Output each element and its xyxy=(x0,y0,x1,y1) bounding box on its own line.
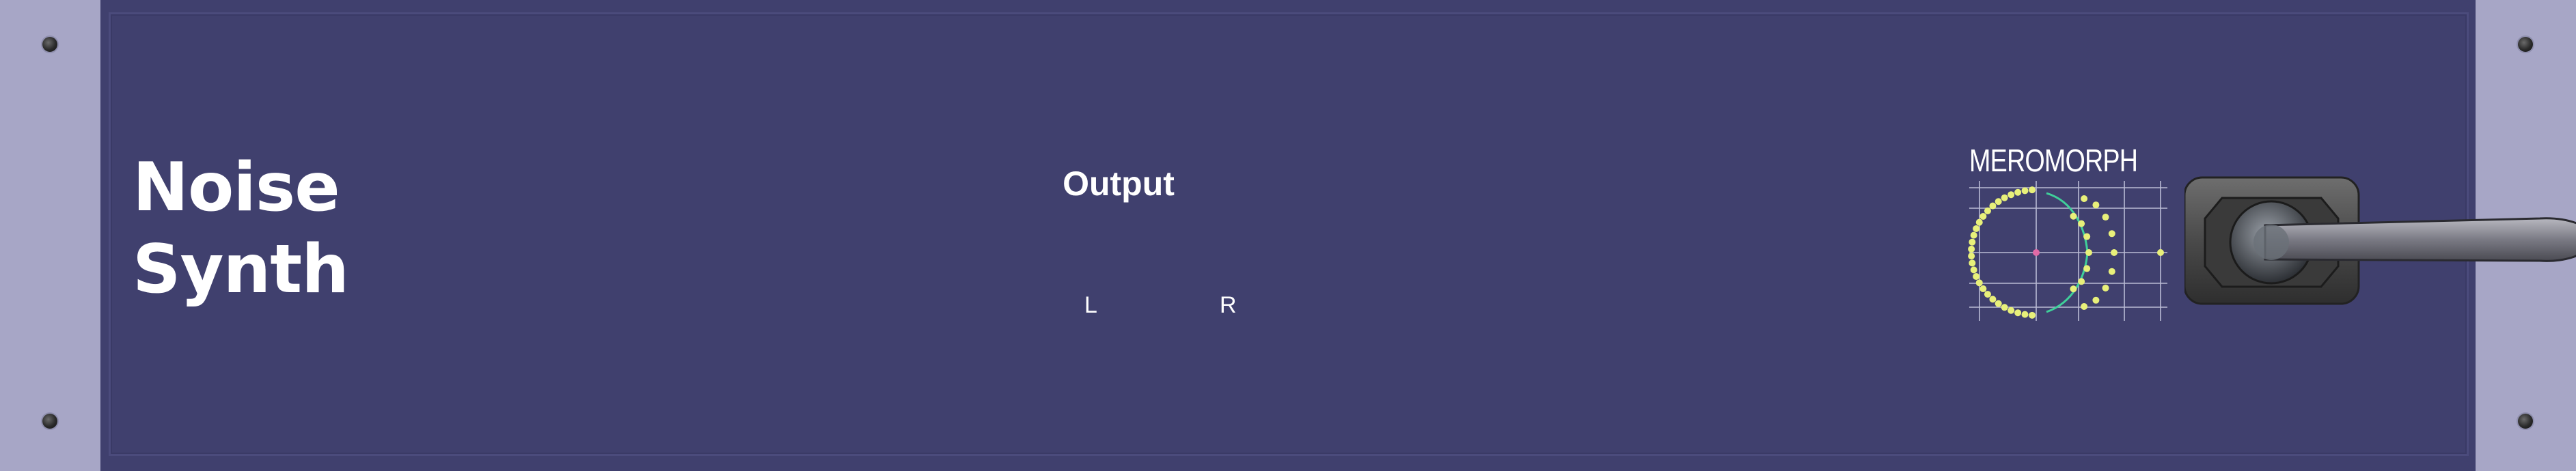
logo-dot xyxy=(2102,214,2109,221)
logo-dot xyxy=(1979,285,1987,293)
meromorph-logo-icon xyxy=(1968,181,2167,321)
handle-icon xyxy=(2184,176,2576,305)
output-right-label: R xyxy=(1220,292,1237,318)
logo-dot xyxy=(1969,238,1976,246)
logo-dot xyxy=(1984,291,1991,298)
module-title-line1: Noise xyxy=(133,149,340,227)
logo-dot xyxy=(1970,266,1977,274)
screw-icon xyxy=(2518,414,2533,429)
logo-dot xyxy=(1969,259,1976,267)
logo-dot xyxy=(2081,303,2088,311)
logo-dot xyxy=(2001,304,2008,311)
module-title-line2: Synth xyxy=(133,231,349,309)
logo-dot xyxy=(1975,218,1983,226)
logo-dot xyxy=(1989,202,1997,210)
logo-dot xyxy=(2108,230,2115,238)
rack-ear-left xyxy=(0,0,100,471)
logo-dot xyxy=(2083,233,2091,240)
logo-dot xyxy=(1989,296,1997,303)
screw-icon xyxy=(42,414,57,429)
logo-dot xyxy=(1973,273,1980,281)
logo-dot xyxy=(1973,225,1980,232)
logo-dot xyxy=(1968,245,1975,253)
output-label: Output xyxy=(1063,165,1175,203)
logo-dot xyxy=(2085,249,2092,256)
logo-dot xyxy=(2108,268,2115,275)
screw-icon xyxy=(2518,37,2533,52)
logo-dot xyxy=(2083,265,2091,272)
logo-dot xyxy=(1975,279,1983,287)
logo-dot xyxy=(2021,311,2029,318)
brand-name: MEROMORPH xyxy=(1969,143,2138,178)
logo-dot xyxy=(2070,212,2077,220)
logo-dot xyxy=(2070,285,2077,293)
logo-dot xyxy=(1970,231,1977,239)
logo-dot xyxy=(2078,278,2085,285)
logo-dot xyxy=(2014,188,2022,196)
logo-dot xyxy=(2078,220,2085,227)
logo-dot xyxy=(2008,306,2015,314)
screw-icon xyxy=(42,37,57,52)
logo-dot xyxy=(1968,253,1975,260)
logo-dot xyxy=(2081,195,2088,202)
logo-dot xyxy=(2029,186,2036,194)
logo-dot xyxy=(2092,296,2100,304)
logo-dot xyxy=(2102,284,2109,291)
module-title: Noise Synth xyxy=(133,147,365,311)
logo-dot xyxy=(2001,194,2008,201)
module-panel: Noise Synth Output L R MEROMORPH xyxy=(100,0,2576,471)
logo-dot xyxy=(1984,207,1991,214)
logo-dot xyxy=(2021,187,2029,195)
logo-dot xyxy=(2092,201,2100,209)
output-left-label: L xyxy=(1084,292,1097,318)
logo-dot xyxy=(2111,249,2118,256)
logo-dot xyxy=(1979,212,1987,220)
logo-dot xyxy=(1995,300,2002,307)
logo-dot xyxy=(2014,309,2022,317)
logo-dot xyxy=(1995,198,2002,205)
logo-dot xyxy=(2008,191,2015,199)
logo-dot xyxy=(2029,311,2036,319)
